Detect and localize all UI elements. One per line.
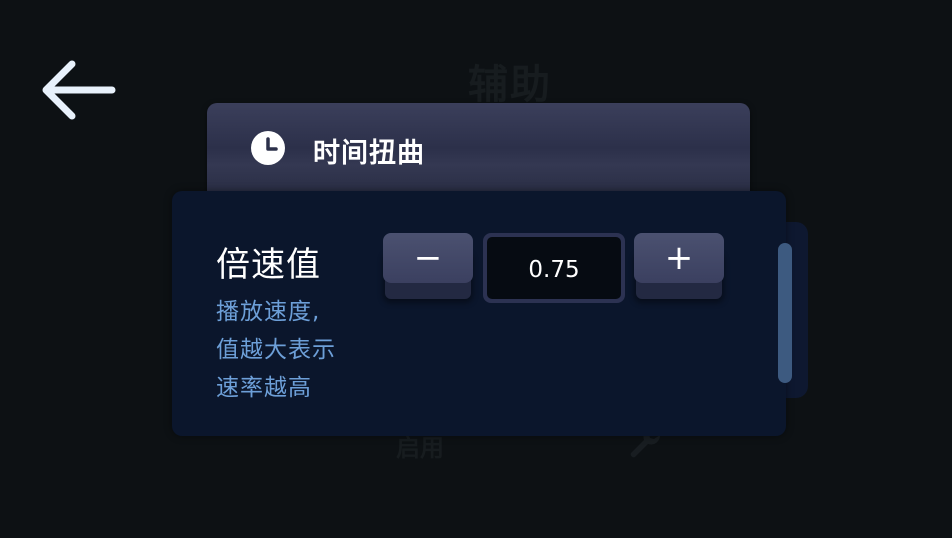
back-button[interactable] — [38, 56, 120, 126]
scrollbar-thumb[interactable] — [778, 243, 792, 383]
section-header: 时间扭曲 — [207, 103, 750, 203]
speed-stepper: − + — [383, 233, 725, 303]
speed-setting-panel: 倍速值 播放速度, 值越大表示 速率越高 − + — [172, 191, 786, 436]
clock-icon — [251, 131, 285, 165]
page-title: 辅助 — [468, 62, 552, 108]
setting-description-line: 值越大表示 — [216, 337, 336, 363]
increase-button[interactable]: + — [634, 233, 724, 283]
arrow-left-icon — [42, 60, 116, 120]
setting-title: 倍速值 — [216, 245, 321, 285]
decrease-button[interactable]: − — [383, 233, 473, 283]
speed-value-input[interactable] — [487, 237, 621, 299]
setting-description: 播放速度, 值越大表示 速率越高 — [216, 293, 376, 407]
setting-description-line: 速率越高 — [216, 375, 312, 401]
value-frame — [483, 233, 625, 303]
section-title: 时间扭曲 — [313, 138, 425, 169]
setting-description-line: 播放速度, — [216, 299, 321, 325]
